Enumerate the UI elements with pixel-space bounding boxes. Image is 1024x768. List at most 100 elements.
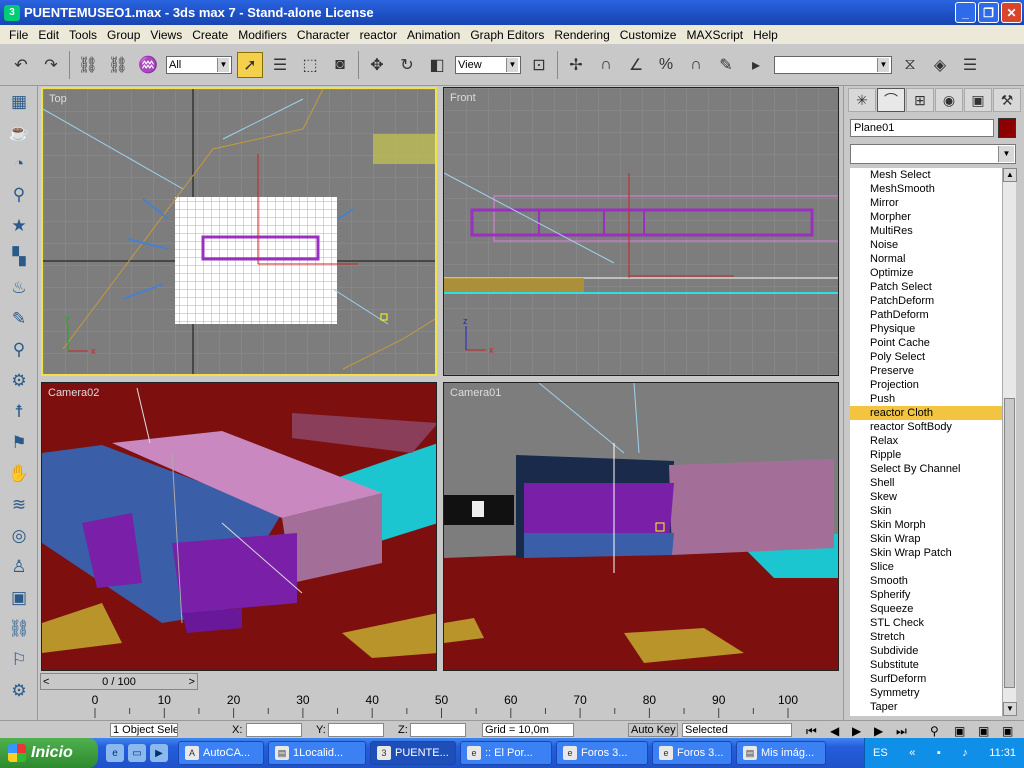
layer-manager-icon[interactable]: ☰ [957,52,983,78]
figure-icon[interactable]: ♙ [4,552,34,582]
tray-arrow-icon[interactable]: « [909,747,915,759]
menu-group[interactable]: Group [102,28,145,42]
display-tab-icon[interactable]: ▣ [964,88,992,112]
undo-icon[interactable]: ↶ [8,52,34,78]
viewport-camera02[interactable]: Camera02 [41,382,437,671]
wrench-icon[interactable]: ✎ [4,304,34,334]
select-by-name-icon[interactable]: ☰ [267,52,293,78]
pin-icon[interactable]: ⚐ [4,645,34,675]
modifier-item[interactable]: Relax [850,434,1002,448]
modifier-item[interactable]: Poly Select [850,350,1002,364]
pivot-center-icon[interactable]: ⊡ [526,52,552,78]
time-slider-next[interactable]: > [189,676,195,688]
modifier-item[interactable]: Select By Channel [850,462,1002,476]
viewport-label[interactable]: Front [450,92,476,104]
select-object-icon[interactable]: ➚ [237,51,263,78]
menu-views[interactable]: Views [145,28,187,42]
utilities-tab-icon[interactable]: ⚒ [993,88,1021,112]
track-bar[interactable]: 0 10 20 30 40 50 60 70 80 90 100 [40,690,840,720]
wave-icon[interactable]: ≋ [4,490,34,520]
taskbar-item[interactable]: e Foros 3... [556,741,648,765]
link-icon[interactable]: ⛓ [4,614,34,644]
minimize-button[interactable]: _ [955,2,976,23]
modifier-item[interactable]: Smooth [850,574,1002,588]
modifier-item[interactable]: Push [850,392,1002,406]
named-selection-sets-dropdown[interactable]: ▼ [774,55,892,74]
x-coordinate-field[interactable] [246,723,302,737]
select-and-move-icon[interactable]: ✥ [364,52,390,78]
time-slider-prev[interactable]: < [43,676,49,688]
modifier-item[interactable]: Slice [850,560,1002,574]
modifier-item[interactable]: Taper [850,700,1002,714]
taskbar-item[interactable]: A AutoCA... [178,741,264,765]
go-to-start-icon[interactable]: ⏮ [806,724,817,739]
viewport-label[interactable]: Camera01 [450,387,501,399]
object-color-swatch[interactable] [998,118,1016,138]
viewport-label[interactable]: Camera02 [48,387,99,399]
auto-key-button[interactable]: Auto Key [628,723,678,737]
viewport-front[interactable]: Front x z [443,87,839,376]
modifier-item[interactable]: Skew [850,490,1002,504]
lamp-icon[interactable]: ⚲ [4,180,34,210]
y-coordinate-field[interactable] [328,723,384,737]
selection-filter-dropdown[interactable]: All ▼ [166,55,232,74]
ie-icon[interactable]: e [106,744,124,762]
modifier-item[interactable]: Shell [850,476,1002,490]
star-icon[interactable]: ★ [4,211,34,241]
network-icon[interactable]: ▪ [937,747,941,759]
go-to-end-icon[interactable]: ⏭ [896,724,907,739]
modifier-list-scrollbar[interactable]: ▲ ▼ [1002,168,1017,716]
restore-button[interactable]: ❐ [978,2,999,23]
bind-space-warp-icon[interactable]: ♒ [135,52,161,78]
mirror-icon[interactable]: ⧖ [897,52,923,78]
time-slider[interactable]: < 0 / 100 > [40,673,198,690]
render-icon[interactable]: ▣ [4,583,34,613]
motion-tab-icon[interactable]: ◉ [935,88,963,112]
menu-rendering[interactable]: Rendering [549,28,614,42]
taskbar-item[interactable]: 3 PUENTE... [370,741,456,765]
coil-icon[interactable]: ♨ [4,273,34,303]
menu-graph-editors[interactable]: Graph Editors [465,28,549,42]
create-tab-icon[interactable]: ✳ [848,88,876,112]
window-crossing-icon[interactable]: ◙ [327,52,353,78]
menu-tools[interactable]: Tools [64,28,102,42]
hand-icon[interactable]: ✋ [4,459,34,489]
previous-frame-icon[interactable]: ◀ [830,724,839,738]
modifier-item[interactable]: Skin Wrap Patch [850,546,1002,560]
media-player-icon[interactable]: ▶ [150,744,168,762]
teapot-icon[interactable]: ☕ [4,118,34,148]
language-indicator[interactable]: ES [873,747,888,759]
select-and-link-icon[interactable]: ⛓ [75,52,101,78]
maximize-viewport-icon[interactable]: ▣ [1002,724,1013,738]
magnifier-icon[interactable]: ⚲ [4,335,34,365]
menu-customize[interactable]: Customize [615,28,682,42]
modifier-item[interactable]: Normal [850,252,1002,266]
hierarchy-tab-icon[interactable]: ⊞ [906,88,934,112]
settings-icon[interactable]: ⚙ [4,676,34,706]
menu-file[interactable]: File [4,28,33,42]
object-name-field[interactable]: Plane01 [850,119,994,137]
spinner-snap-icon[interactable]: ∩ [683,52,709,78]
menu-modifiers[interactable]: Modifiers [233,28,292,42]
next-frame-icon[interactable]: ▶ [874,724,883,738]
menu-maxscript[interactable]: MAXScript [681,28,748,42]
key-mode-dropdown[interactable]: Selected [682,723,792,737]
modifier-item[interactable]: Projection [850,378,1002,392]
modify-tab-icon[interactable]: ⌒ [877,88,905,112]
modifier-item[interactable]: Patch Select [850,280,1002,294]
menu-reactor[interactable]: reactor [355,28,402,42]
modifier-item[interactable]: Ripple [850,448,1002,462]
start-button[interactable]: Inicio [0,738,98,768]
modifier-list-dropdown[interactable]: ▼ [850,144,1016,164]
z-coordinate-field[interactable] [410,723,466,737]
named-selection-icon[interactable]: ▸ [743,52,769,78]
volume-icon[interactable]: ♪ [962,747,968,759]
modifier-item[interactable]: Point Cache [850,336,1002,350]
modifier-item[interactable]: reactor SoftBody [850,420,1002,434]
modifier-item[interactable]: Mesh Select [850,168,1002,182]
select-and-manipulate-icon[interactable]: ✢ [563,52,589,78]
percent-snap-icon[interactable]: % [653,52,679,78]
modifier-item[interactable]: PathDeform [850,308,1002,322]
sphere-icon[interactable]: ◔ [4,149,34,179]
modifier-item[interactable]: Subdivide [850,644,1002,658]
